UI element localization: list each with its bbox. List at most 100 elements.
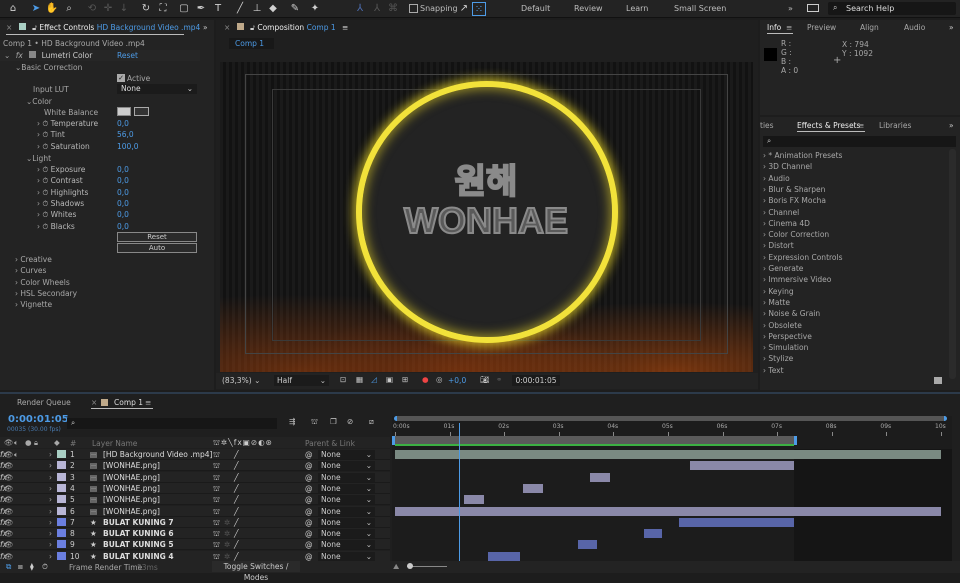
stopwatch-icon[interactable]: ⏱ (42, 222, 48, 231)
parent-dropdown[interactable]: None ⌄ (318, 506, 375, 516)
stopwatch-icon[interactable]: ⏱ (42, 165, 48, 174)
quality-switch-icon[interactable]: ╱ (234, 517, 239, 528)
label-color-swatch[interactable] (57, 450, 66, 458)
property-row[interactable]: › ⏱ Contrast 0,0 (37, 175, 207, 186)
panel-expand-icon[interactable]: » (949, 23, 954, 32)
chevron-right-icon[interactable]: › (49, 460, 52, 471)
search-sync-icon[interactable] (807, 4, 819, 12)
tab-properties[interactable]: ties (760, 121, 774, 130)
shy-switch-icon[interactable]: ⛫ (213, 539, 220, 550)
toggle-switches-modes-button[interactable]: Toggle Switches / Modes (212, 561, 300, 582)
snapshot-icon[interactable]: 📷︎ (480, 375, 490, 384)
eye-icon[interactable]: 👁︎ (4, 449, 14, 460)
chevron-right-icon[interactable]: › (37, 222, 40, 231)
snap-options-icon[interactable]: ↗ (457, 2, 471, 16)
layer-name[interactable]: [WONHAE.png] (103, 460, 160, 471)
chevron-right-icon[interactable]: › (49, 539, 52, 550)
stopwatch-icon[interactable]: ⏱ (42, 199, 48, 208)
light-section-toggle[interactable]: ⌄Light (26, 153, 51, 164)
tab-effects-presets[interactable]: Effects & Presets (797, 121, 860, 130)
layer-duration-bar[interactable] (689, 461, 794, 471)
label-color-swatch[interactable] (57, 506, 66, 515)
property-value[interactable]: 56,0 (117, 129, 134, 140)
collapse-switch-icon[interactable]: ✲ (224, 528, 230, 539)
eye-icon[interactable]: 👁︎ (4, 494, 14, 505)
layer-duration-bar[interactable] (577, 540, 598, 550)
chevron-right-icon[interactable]: › (37, 165, 40, 174)
collapse-switch-icon[interactable]: ✲ (224, 539, 230, 550)
stopwatch-icon[interactable]: ⏱ (42, 119, 48, 128)
effect-category[interactable]: › Obsolete (763, 320, 802, 331)
effect-lumetri-row[interactable]: ⌄ fx Lumetri Color Reset (0, 50, 200, 61)
tab-libraries[interactable]: Libraries (879, 121, 911, 130)
quality-switch-icon[interactable]: ╱ (234, 483, 239, 494)
property-value[interactable]: 0,0 (117, 187, 129, 198)
stopwatch-icon[interactable]: ⏱ (42, 142, 48, 151)
shy-switch-icon[interactable]: ⛫ (213, 506, 220, 517)
composition-viewer[interactable]: 원해 WONHAE (220, 62, 753, 372)
workspace-review[interactable]: Review (574, 4, 603, 13)
graph-editor-icon[interactable]: ⧄ (369, 417, 374, 427)
layer-row[interactable]: 👁︎ › 9 ★ BULAT KUNING 5 ⛫ ✲ ╱ fx @ None ⌄ (0, 539, 390, 551)
panel-expand-icon[interactable]: » (949, 121, 954, 130)
property-row[interactable]: › ⏱ Tint 56,0 (37, 129, 207, 140)
effect-category[interactable]: › Audio (763, 173, 790, 184)
stopwatch-icon[interactable]: ⏱ (42, 130, 48, 139)
section-toggle[interactable]: › Vignette (15, 299, 52, 310)
reset-button[interactable]: Reset (117, 232, 197, 242)
effect-category[interactable]: › 3D Channel (763, 161, 812, 172)
layer-duration-bar[interactable] (487, 551, 521, 561)
zoom-tool-icon[interactable]: ⌕ (62, 2, 76, 16)
pick-whip-icon[interactable]: @ (305, 460, 313, 471)
pick-whip-icon[interactable]: @ (305, 472, 313, 483)
pen-tool-icon[interactable]: ✒ (194, 2, 208, 16)
magnification-dropdown[interactable]: (83,3%) ⌄ (222, 376, 260, 385)
shy-switch-icon[interactable]: ⛫ (213, 483, 220, 494)
property-value[interactable]: 0,0 (117, 164, 129, 175)
in-out-icon[interactable]: ⧫ (30, 562, 34, 571)
effect-category[interactable]: › Color Correction (763, 229, 829, 240)
close-icon[interactable]: × (224, 23, 230, 32)
chevron-down-icon[interactable]: ⌄ (4, 51, 10, 60)
rectangle-tool-icon[interactable]: ▢ (177, 2, 191, 16)
parent-dropdown[interactable]: None ⌄ (318, 483, 375, 493)
layer-row[interactable]: 👁︎ › 5 ▤ [WONHAE.png] ⛫ ╱ fx @ None ⌄ (0, 494, 390, 506)
layer-name[interactable]: [HD Background Video .mp4] (103, 449, 212, 460)
new-folder-icon[interactable] (934, 377, 942, 384)
chevron-right-icon[interactable]: › (37, 210, 40, 219)
label-color-swatch[interactable] (57, 551, 66, 560)
chevron-right-icon[interactable]: › (37, 199, 40, 208)
section-toggle[interactable]: › HSL Secondary (15, 288, 77, 299)
effect-category[interactable]: › Stylize (763, 353, 793, 364)
section-toggle[interactable]: › Creative (15, 254, 52, 265)
dolly-icon[interactable]: ↓ (117, 2, 131, 16)
audio-icon[interactable]: 🔈︎ (14, 449, 19, 460)
chevron-right-icon[interactable]: › (49, 483, 52, 494)
section-toggle[interactable]: › Color Wheels (15, 277, 70, 288)
parent-dropdown[interactable]: None ⌄ (318, 551, 375, 561)
grid-options-icon[interactable]: ⊞ (402, 375, 408, 384)
eye-icon[interactable]: 👁︎ (4, 460, 14, 471)
mask-visibility-icon[interactable]: ◿ (371, 375, 377, 384)
layer-row[interactable]: 👁︎ › 7 ★ BULAT KUNING 7 ⛫ ✲ ╱ fx @ None ⌄ (0, 516, 390, 528)
chevron-right-icon[interactable]: › (37, 142, 40, 151)
basic-correction-toggle[interactable]: ⌄Basic Correction (15, 62, 82, 73)
scrollbar[interactable] (949, 149, 956, 379)
property-row[interactable]: › ⏱ Highlights 0,0 (37, 187, 207, 198)
tab-audio[interactable]: Audio (904, 23, 925, 32)
zoom-slider[interactable] (407, 566, 447, 567)
label-color-swatch[interactable] (57, 483, 66, 492)
chevron-right-icon[interactable]: › (49, 449, 52, 460)
shy-switch-icon[interactable]: ⛫ (213, 517, 220, 528)
frame-blending-icon[interactable]: ❐ (330, 417, 337, 426)
label-color-swatch[interactable] (57, 472, 66, 481)
layer-name[interactable]: BULAT KUNING 5 (103, 539, 174, 550)
layer-name[interactable]: [WONHAE.png] (103, 506, 160, 517)
puppet-pin-icon[interactable]: ✦ (308, 2, 322, 16)
home-icon[interactable]: ⌂ (6, 2, 20, 16)
panel-expand-icon[interactable]: » (203, 23, 208, 32)
quality-switch-icon[interactable]: ╱ (234, 506, 239, 517)
property-value[interactable]: 0,0 (117, 198, 129, 209)
parent-dropdown[interactable]: None ⌄ (318, 472, 375, 482)
panel-menu-icon[interactable]: ≡ (858, 121, 864, 130)
